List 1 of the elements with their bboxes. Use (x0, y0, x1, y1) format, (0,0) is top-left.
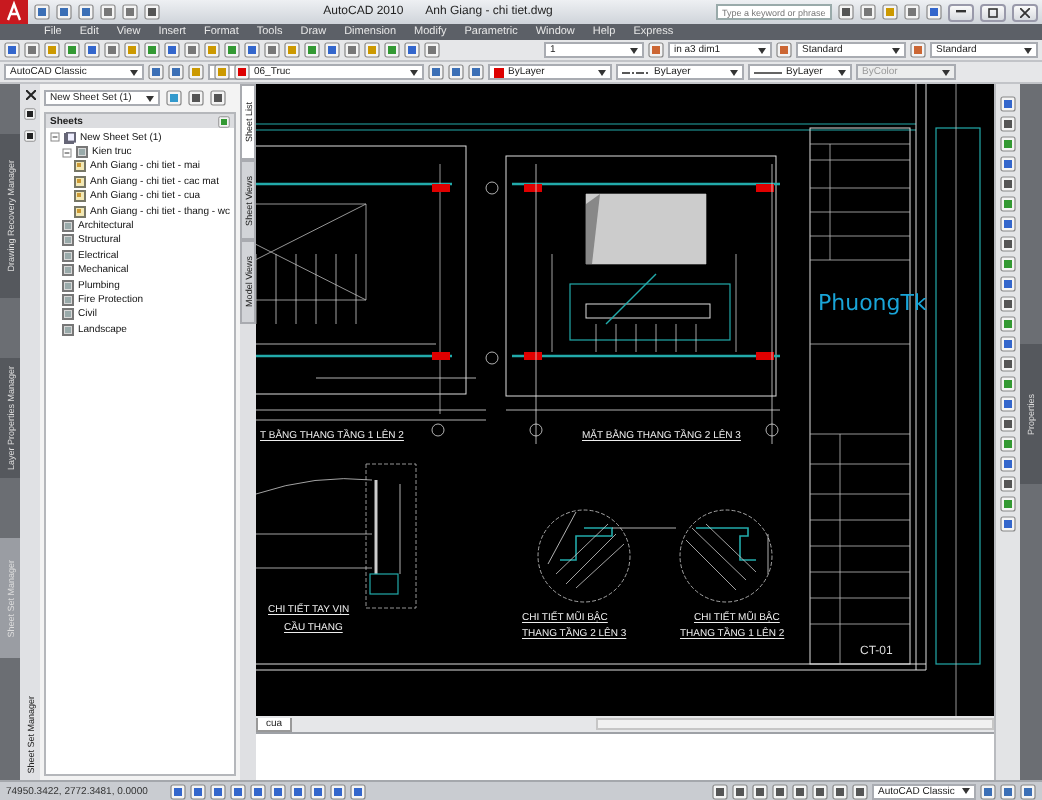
logo-text: PhuongTk (818, 290, 927, 316)
